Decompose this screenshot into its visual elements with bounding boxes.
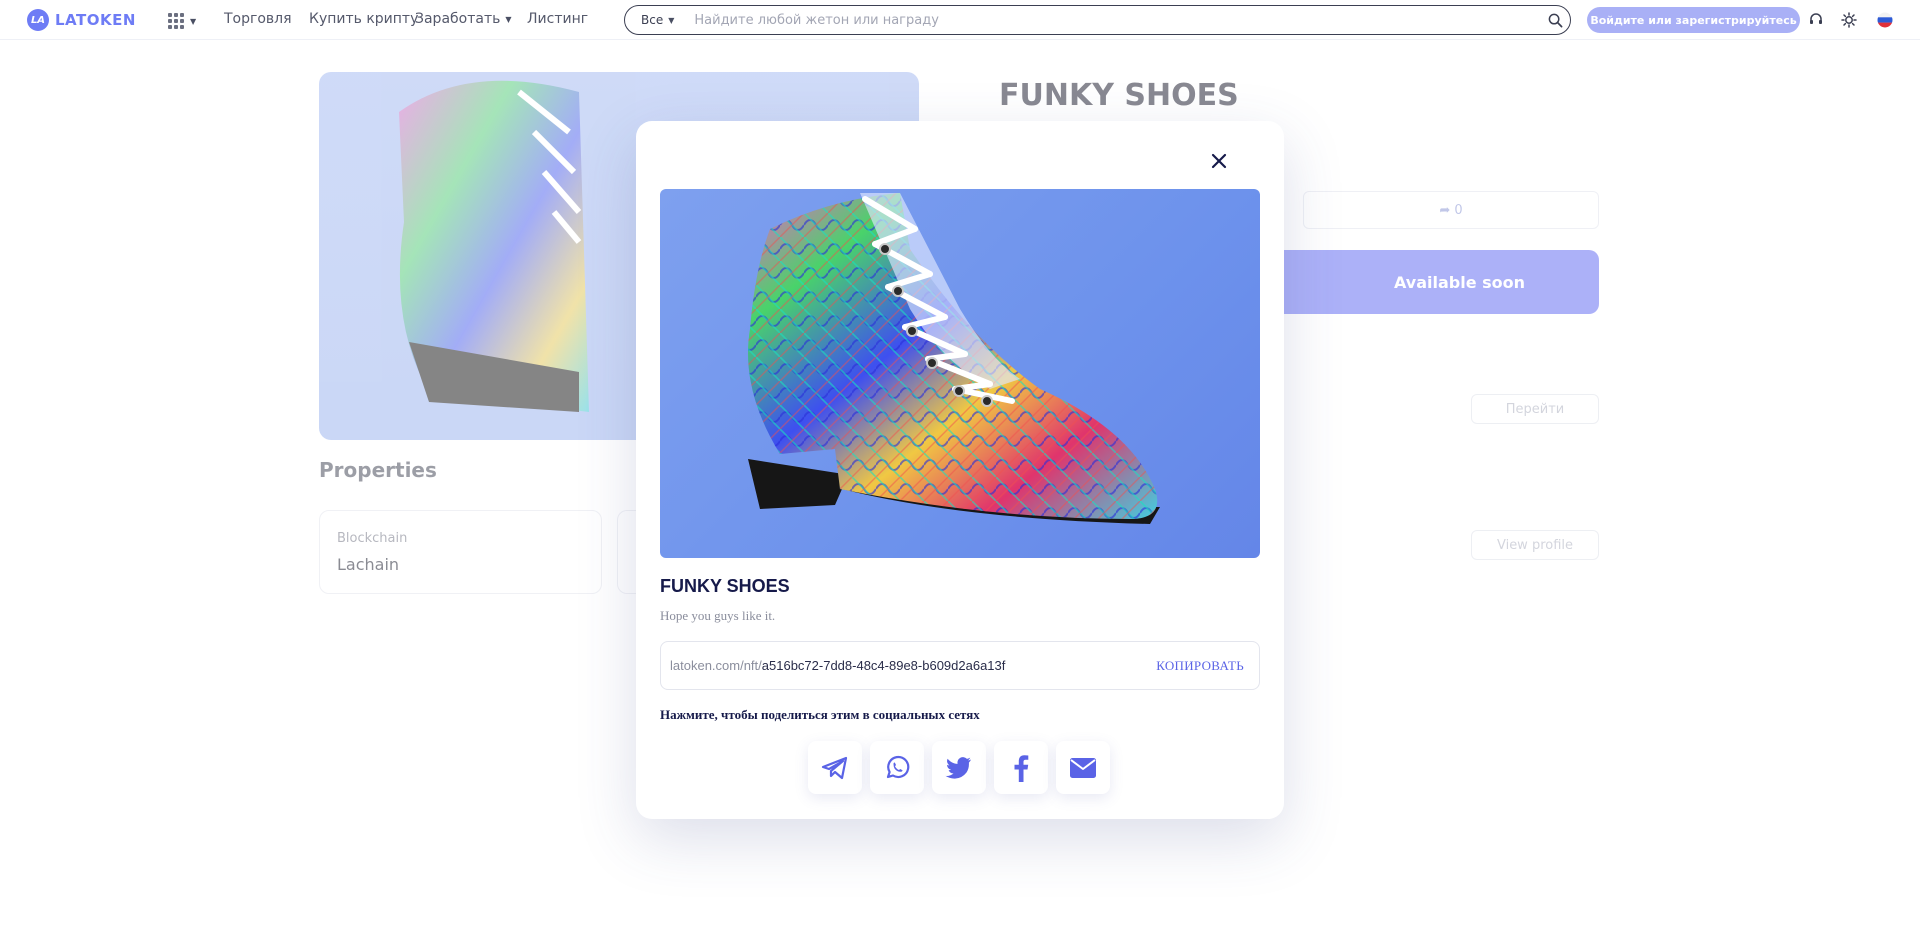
chevron-down-icon: ▼ — [668, 15, 675, 25]
share-count: 0 — [1454, 202, 1463, 218]
search-bar: Все ▼ — [624, 5, 1571, 35]
nft-image — [660, 189, 1260, 558]
search-category-select[interactable]: Все ▼ — [641, 13, 674, 27]
chevron-down-icon: ▼ — [190, 16, 197, 26]
support-icon[interactable] — [1807, 11, 1825, 29]
nav-buy-crypto[interactable]: Купить крипту — [309, 11, 418, 27]
share-instructions: Нажмите, чтобы поделиться этим в социаль… — [660, 707, 980, 722]
nav-trade[interactable]: Торговля — [224, 11, 292, 27]
modal-nft-title: FUNKY SHOES — [660, 576, 790, 596]
modal-nft-description: Hope you guys like it. — [660, 608, 776, 623]
share-count-box[interactable]: ➦ 0 — [1303, 191, 1599, 229]
language-flag-icon[interactable] — [1876, 11, 1894, 29]
email-icon[interactable] — [1056, 741, 1110, 794]
nav-listing-label: Листинг — [527, 11, 589, 27]
apps-menu-button[interactable]: ▼ — [168, 13, 196, 29]
latoken-logo-icon: LA — [27, 9, 49, 31]
property-card-blockchain: Blockchain Lachain — [319, 510, 602, 594]
nav-earn-label: Заработать — [415, 11, 501, 27]
twitter-icon[interactable] — [932, 741, 986, 794]
properties-heading: Properties — [319, 458, 437, 482]
search-icon[interactable] — [1540, 6, 1570, 34]
view-profile-button[interactable]: View profile — [1471, 530, 1599, 560]
share-link-id: a516bc72-7dd8-48c4-89e8-b609d2a6a13f — [761, 658, 1006, 673]
facebook-icon[interactable] — [994, 741, 1048, 794]
share-link-field[interactable]: latoken.com/nft/a516bc72-7dd8-48c4-89e8-… — [660, 641, 1260, 690]
nav-earn[interactable]: Заработать ▼ — [415, 11, 512, 27]
login-register-button[interactable]: Войдите или зарегистрируйтесь — [1587, 7, 1800, 33]
search-input[interactable] — [694, 12, 1540, 28]
top-header: LA LATOKEN ▼ Торговля Купить крипту Зара… — [0, 0, 1920, 40]
goto-button[interactable]: Перейти — [1471, 394, 1599, 424]
nav-listing[interactable]: Листинг — [527, 11, 588, 27]
share-modal: FUNKY SHOES Hope you guys like it. latok… — [636, 121, 1284, 819]
nft-title: FUNKY SHOES — [999, 78, 1239, 113]
chevron-down-icon: ▼ — [505, 14, 512, 24]
property-label: Blockchain — [337, 531, 408, 546]
copy-link-button[interactable]: КОПИРОВАТЬ — [1156, 658, 1244, 674]
share-arrow-icon: ➦ — [1439, 202, 1451, 218]
nav-buy-crypto-label: Купить крипту — [309, 11, 419, 27]
telegram-icon[interactable] — [808, 741, 862, 794]
social-share-buttons — [808, 741, 1110, 794]
property-value: Lachain — [337, 555, 400, 574]
apps-grid-icon — [168, 13, 184, 29]
whatsapp-icon[interactable] — [870, 741, 924, 794]
latoken-logo[interactable]: LA LATOKEN — [27, 9, 136, 31]
logo-text: LATOKEN — [55, 11, 136, 29]
close-icon[interactable] — [1204, 146, 1234, 176]
theme-icon[interactable] — [1840, 11, 1858, 29]
search-category-label: Все — [641, 13, 664, 27]
share-link-prefix: latoken.com/nft/ — [670, 658, 762, 673]
nav-trade-label: Торговля — [224, 11, 292, 27]
